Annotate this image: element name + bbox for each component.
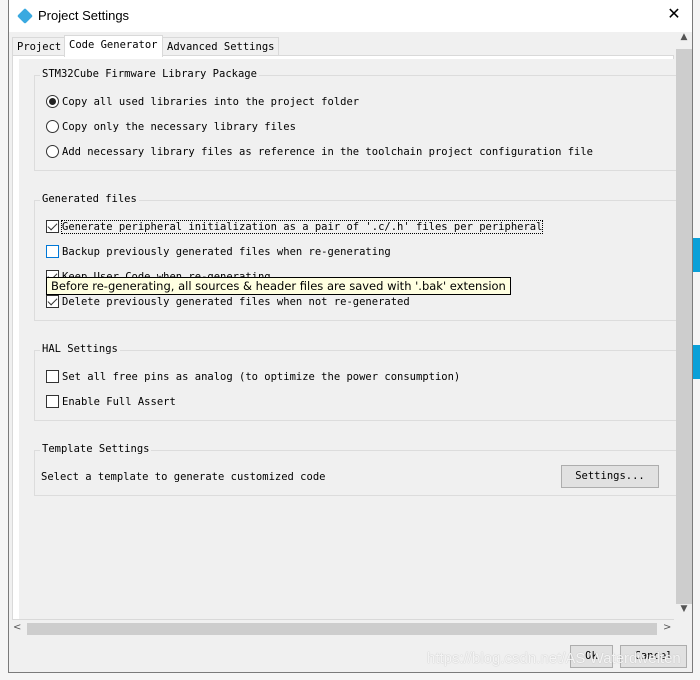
option-label: Backup previously generated files when r… [62, 245, 391, 258]
option-label: Set all free pins as analog (to optimize… [62, 370, 461, 383]
background-button [693, 345, 700, 379]
settings-button[interactable]: Settings... [561, 465, 659, 488]
title-bar: Project Settings ✕ [9, 0, 692, 32]
window-title: Project Settings [38, 8, 130, 23]
option-label: Copy all used libraries into the project… [62, 95, 360, 108]
tooltip: Before re-generating, all sources & head… [46, 277, 511, 295]
project-settings-dialog: Project Settings ✕ Project Code Generato… [8, 0, 693, 673]
app-logo-icon [17, 8, 33, 24]
group-title: HAL Settings [40, 343, 120, 355]
group-title: STM32Cube Firmware Library Package [40, 68, 259, 80]
scroll-left-icon[interactable]: < [13, 622, 21, 633]
radio-button[interactable] [46, 145, 59, 158]
checkbox-free-pins-analog[interactable]: Set all free pins as analog (to optimize… [46, 370, 460, 383]
watermark: https://blog.csdn.net/AS Waterdwelten [427, 650, 681, 667]
tab-advanced-settings[interactable]: Advanced Settings [162, 37, 280, 56]
scroll-thumb[interactable] [27, 623, 657, 635]
tab-bar: Project Code Generator Advanced Settings [12, 35, 682, 57]
option-label: Enable Full Assert [62, 395, 176, 408]
radio-button[interactable] [46, 95, 59, 108]
group-title: Template Settings [40, 443, 152, 455]
horizontal-scrollbar[interactable]: < > [9, 621, 676, 637]
option-label: Copy only the necessary library files [62, 120, 296, 133]
checkbox-full-assert[interactable]: Enable Full Assert [46, 395, 176, 408]
checkbox-generate-pair[interactable]: Generate peripheral initialization as a … [46, 219, 544, 234]
close-icon[interactable]: ✕ [662, 4, 686, 23]
tab-panel: STM32Cube Firmware Library Package Copy … [12, 55, 678, 620]
scroll-right-icon[interactable]: > [663, 622, 671, 633]
vertical-scrollbar[interactable]: ▲ ▼ [676, 32, 692, 621]
group-title: Generated files [40, 193, 139, 205]
option-label: Generate peripheral initialization as a … [60, 219, 544, 234]
radio-button[interactable] [46, 120, 59, 133]
checkbox[interactable] [46, 295, 59, 308]
tab-project[interactable]: Project [12, 37, 67, 56]
option-label: Add necessary library files as reference… [62, 145, 594, 158]
checkbox[interactable] [46, 245, 59, 258]
template-settings-group: Template Settings Select a template to g… [34, 443, 678, 496]
radio-copy-necessary[interactable]: Copy only the necessary library files [46, 120, 296, 133]
checkbox[interactable] [46, 370, 59, 383]
generated-files-group: Generated files Generate peripheral init… [34, 193, 678, 321]
radio-add-reference[interactable]: Add necessary library files as reference… [46, 145, 593, 158]
radio-copy-all[interactable]: Copy all used libraries into the project… [46, 95, 359, 108]
checkbox[interactable] [46, 395, 59, 408]
hal-settings-group: HAL Settings Set all free pins as analog… [34, 343, 678, 421]
checkbox-delete-previous[interactable]: Delete previously generated files when n… [46, 295, 410, 308]
option-label: Delete previously generated files when n… [62, 295, 410, 308]
checkbox-backup[interactable]: Backup previously generated files when r… [46, 245, 391, 258]
background-button [693, 238, 700, 272]
scroll-down-icon[interactable]: ▼ [676, 604, 692, 621]
template-description: Select a template to generate customized… [41, 471, 326, 483]
tab-code-generator[interactable]: Code Generator [64, 35, 163, 57]
checkbox[interactable] [46, 220, 59, 233]
scroll-up-icon[interactable]: ▲ [676, 32, 692, 49]
firmware-group: STM32Cube Firmware Library Package Copy … [34, 68, 678, 171]
